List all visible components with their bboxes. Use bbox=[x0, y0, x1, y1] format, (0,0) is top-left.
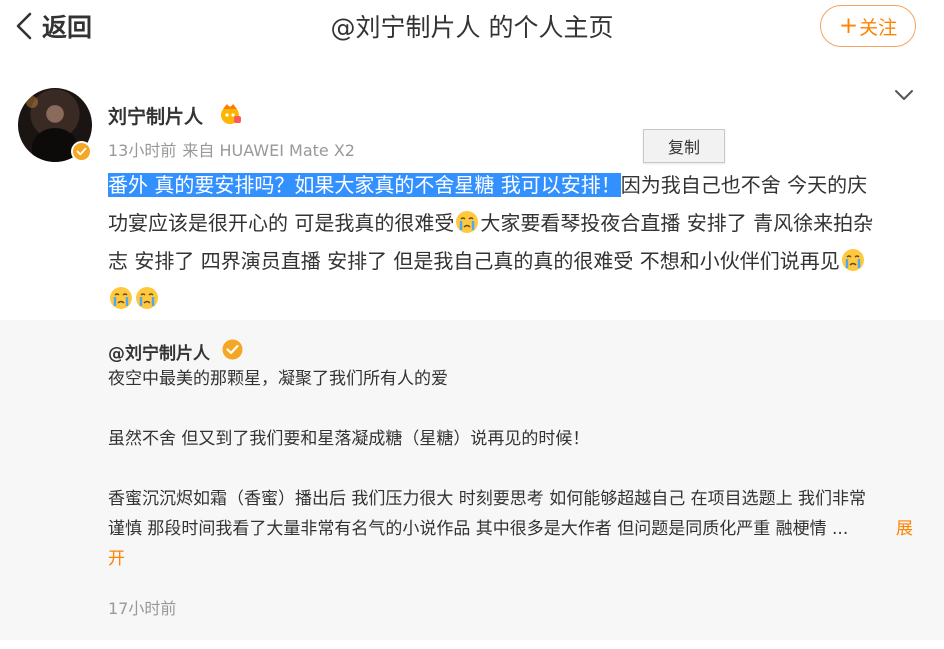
top-bar: 返回 @刘宁制片人 的个人主页 + 关注 bbox=[0, 0, 944, 56]
quote-paragraph: 香蜜沉沉烬如霜（香蜜）播出后 我们压力很大 时刻要思考 如何能够超越自己 在项目… bbox=[108, 489, 913, 569]
plus-icon: + bbox=[838, 13, 859, 39]
verified-badge-icon bbox=[71, 141, 92, 162]
follow-label: 关注 bbox=[859, 16, 898, 39]
quote-paragraph: 虽然不舍 但又到了我们要和星落凝成糖（星糖）说再见的时候！ bbox=[108, 429, 590, 449]
post-text: 番外 真的要安排吗？如果大家真的不舍星糖 我可以安排！因为我自己也不舍 今天的庆… bbox=[108, 166, 928, 318]
selected-text: 番外 真的要安排吗？如果大家真的不舍星糖 我可以安排！ bbox=[108, 173, 621, 197]
page-title: @刘宁制片人 的个人主页 bbox=[330, 13, 614, 42]
crying-emoji-icon bbox=[841, 249, 864, 271]
copy-button[interactable]: 复制 bbox=[643, 129, 725, 163]
post-source: 来自 HUAWEI Mate X2 bbox=[182, 141, 355, 160]
chevron-down-icon[interactable] bbox=[893, 84, 915, 106]
crying-emoji-icon bbox=[136, 287, 158, 309]
post-meta: 13小时前 来自 HUAWEI Mate X2 bbox=[108, 137, 355, 161]
expand-link[interactable]: 展 bbox=[896, 514, 913, 544]
post-username[interactable]: 刘宁制片人 bbox=[108, 102, 203, 129]
expand-link[interactable]: 开 bbox=[108, 549, 125, 569]
crying-emoji-icon bbox=[456, 211, 479, 233]
quote-paragraph: 夜空中最美的那颗星，凝聚了我们所有人的爱 bbox=[108, 369, 448, 389]
back-button[interactable]: 返回 bbox=[10, 6, 92, 46]
back-chevron-icon bbox=[16, 12, 32, 40]
post-time: 13小时前 bbox=[108, 141, 177, 160]
vip-crown-icon bbox=[221, 104, 241, 124]
follow-button[interactable]: + 关注 bbox=[820, 5, 916, 47]
crying-emoji-icon bbox=[110, 287, 132, 309]
quote-username[interactable]: @刘宁制片人 bbox=[108, 339, 210, 364]
quote-time: 17小时前 bbox=[108, 599, 177, 618]
verified-badge-icon bbox=[222, 339, 243, 360]
back-label: 返回 bbox=[42, 13, 93, 42]
